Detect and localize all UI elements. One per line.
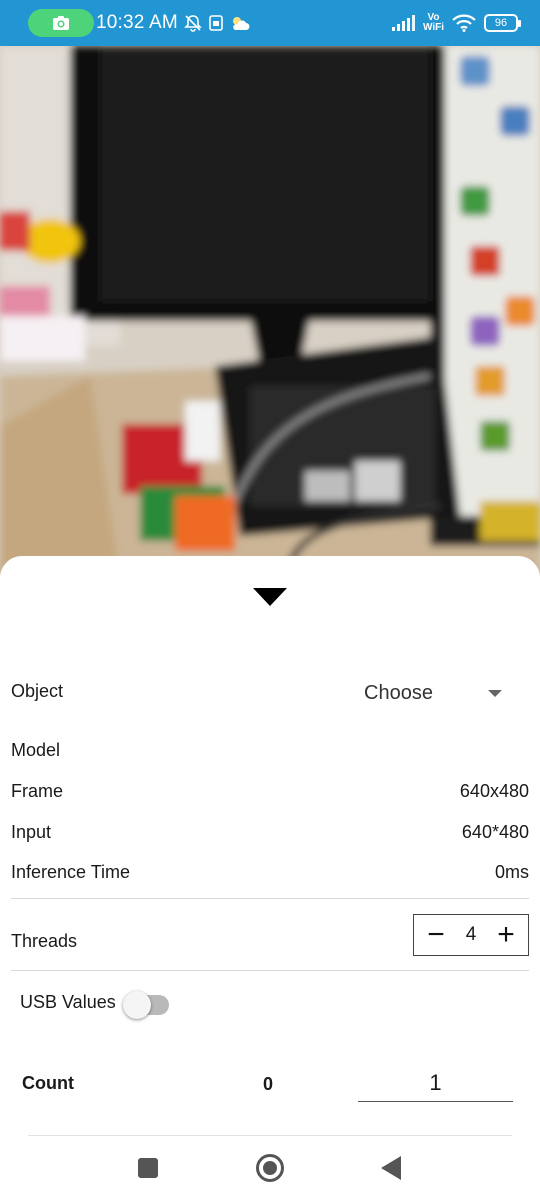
object-dropdown-value: Choose [364,681,433,704]
threads-label: Threads [11,930,78,951]
battery-level: 96 [494,17,508,29]
recent-apps-icon[interactable] [138,1158,158,1178]
model-label: Model [11,739,61,760]
home-icon[interactable] [256,1154,284,1182]
collapse-sheet-icon[interactable] [253,588,287,606]
back-icon[interactable] [381,1156,401,1180]
usb-values-label: USB Values [20,992,116,1012]
count-input-field[interactable] [358,1064,513,1102]
frame-value: 640x480 [459,780,529,801]
divider [11,898,529,899]
frame-row: Frame 640x480 [11,776,529,806]
divider [11,970,529,971]
clock: 10:32 AM [96,12,178,33]
threads-value: 4 [465,924,477,945]
bell-off-icon [183,15,202,32]
weather-icon [232,17,250,30]
count-value: 0 [263,1074,274,1094]
sim-icon [209,15,223,31]
count-label: Count [22,1073,74,1093]
threads-decrement-button[interactable]: − [424,920,448,950]
object-dropdown[interactable]: Choose [364,678,514,708]
input-row: Input 640*480 [11,817,529,847]
threads-stepper: − 4 + [413,914,529,956]
status-bar: 10:32 AM Vo WiFi 96 [0,0,540,46]
model-row: Model [11,735,529,765]
chevron-down-icon [488,689,502,697]
camera-icon [53,16,69,30]
threads-increment-button[interactable]: + [494,920,518,950]
toggle-knob [123,991,151,1019]
signal-icon [391,15,415,31]
screen-recording-indicator[interactable] [28,9,94,37]
vowifi-label: Vo WiFi [422,12,444,33]
input-value: 640*480 [461,821,529,842]
camera-preview[interactable] [0,46,540,576]
wifi-icon [452,14,476,32]
usb-values-toggle[interactable] [123,991,169,1019]
inference-label: Inference Time [11,861,131,882]
inference-row: Inference Time 0ms [11,857,529,887]
inference-value: 0ms [494,861,529,882]
navigation-bar [0,1136,540,1200]
bottom-sheet: Object Choose Model Frame 640x480 Input … [0,556,540,1136]
input-label: Input [11,821,52,842]
object-label: Object [11,680,64,701]
camera-frame-image [0,46,540,576]
battery-icon: 96 [484,14,521,32]
frame-label: Frame [11,780,64,801]
